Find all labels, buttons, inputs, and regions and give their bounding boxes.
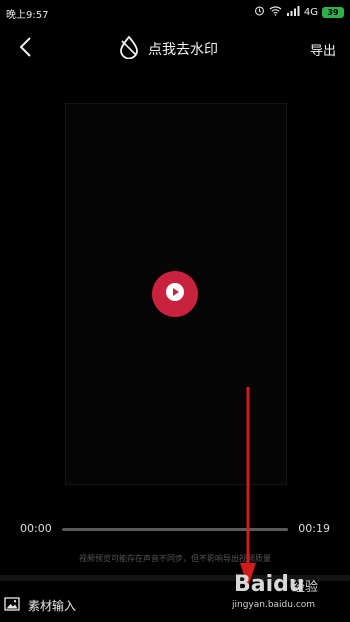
play-icon [165, 282, 185, 306]
network-type: 4G [303, 6, 318, 18]
total-time: 00:19 [298, 522, 330, 535]
chevron-left-icon [18, 36, 32, 62]
baidu-logo-suffix: 经验 [292, 580, 319, 595]
export-button[interactable]: 导出 [310, 40, 336, 59]
alarm-icon [254, 5, 265, 19]
water-drop-icon [118, 35, 140, 63]
status-bar: 晚上9:57 4G 39 [0, 0, 350, 24]
baidu-url: jingyan.baidu.com [232, 600, 316, 610]
screen: 晚上9:57 4G 39 点我去水印 导出 00:00 00:19 视频预览可能… [0, 0, 350, 622]
status-time: 晚上9:57 [6, 10, 49, 21]
remove-watermark-label: 点我去水印 [148, 42, 218, 58]
annotation-arrow-icon [240, 387, 256, 587]
image-icon [4, 596, 20, 615]
remove-watermark-button[interactable]: 点我去水印 [118, 34, 218, 64]
material-input-button[interactable]: 素材输入 [4, 596, 76, 614]
playback-progress: 00:00 00:19 [0, 520, 350, 540]
back-button[interactable] [10, 34, 40, 64]
battery-level: 39 [327, 7, 339, 17]
signal-icon [286, 5, 300, 19]
current-time: 00:00 [20, 522, 52, 535]
material-input-label: 素材输入 [28, 598, 77, 613]
header: 点我去水印 导出 [0, 28, 350, 68]
preview-hint: 视频预览可能存在声音不同步，但不影响导出视频质量 [79, 554, 271, 563]
status-icons: 4G 39 [254, 4, 344, 20]
play-button[interactable] [152, 271, 198, 317]
wifi-icon [269, 5, 282, 19]
baidu-watermark: Baidu 经验 jingyan.baidu.com [228, 572, 346, 618]
battery-icon: 39 [322, 6, 344, 18]
